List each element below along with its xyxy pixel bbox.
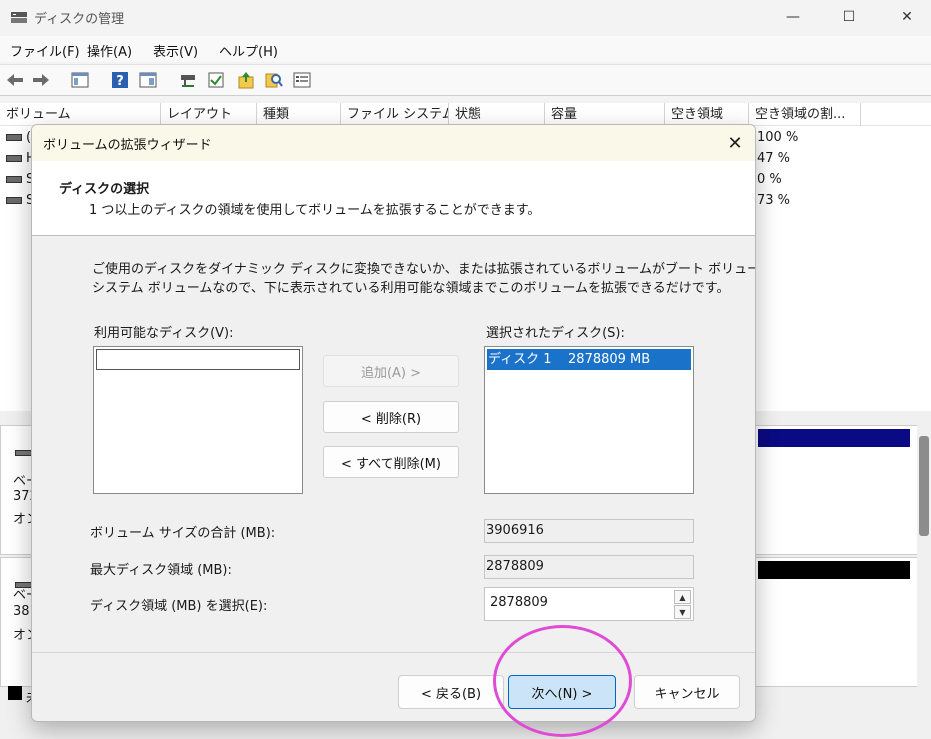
drive-icon [6, 155, 22, 162]
available-disk-focus-item[interactable] [96, 349, 300, 370]
menu-file[interactable]: ファイル(F) [10, 41, 80, 60]
forward-arrow-icon[interactable] [31, 70, 51, 90]
disk-management-app-icon [11, 12, 27, 23]
export-icon[interactable] [236, 70, 256, 90]
total-size-label: ボリューム サイズの合計 (MB): [90, 526, 276, 541]
available-disks-list[interactable] [93, 346, 303, 494]
volume-free-percent: 100 % [757, 130, 799, 145]
selected-disks-label: 選択されたディスク(S): [486, 326, 625, 341]
menu-view[interactable]: 表示(V) [153, 41, 198, 60]
dialog-header: ディスクの選択 1 つ以上のディスクの領域を使用してボリュームを拡張することがで… [32, 161, 755, 236]
menu-action[interactable]: 操作(A) [87, 41, 132, 60]
menu-help[interactable]: ヘルプ(H) [219, 41, 278, 60]
check-icon[interactable] [206, 70, 226, 90]
description-line-2: システム ボリュームなので、下に表示されている利用可能な領域までこのボリュームを… [92, 281, 730, 296]
properties-icon[interactable] [138, 70, 158, 90]
column-header-capacity[interactable]: 容量 [545, 103, 665, 126]
partition-bar-unallocated [758, 561, 910, 579]
partition-bar-primary [758, 429, 910, 447]
search-icon[interactable] [264, 70, 284, 90]
step-title: ディスクの選択 [59, 182, 150, 197]
console-tree-icon[interactable] [70, 70, 90, 90]
volume-free-percent: 47 % [757, 151, 791, 166]
volume-free-percent: 0 % [757, 172, 782, 187]
drive-icon [6, 176, 22, 183]
extend-volume-wizard-dialog: ボリュームの拡張ウィザード ✕ ディスクの選択 1 つ以上のディスクの領域を使用… [31, 124, 756, 722]
toolbar: ? [0, 64, 931, 96]
drive-icon [6, 197, 22, 204]
max-space-label: 最大ディスク領域 (MB): [90, 563, 232, 578]
app-title: ディスクの管理 [34, 12, 125, 27]
selected-disks-list[interactable]: ディスク 1 2878809 MB [484, 346, 694, 494]
legend-unallocated-swatch [8, 686, 22, 700]
description-line-1: ご使用のディスクをダイナミック ディスクに変換できないか、または拡張されているボ… [92, 262, 756, 277]
total-size-field: 3906916 [484, 519, 694, 543]
disk-space-stepper[interactable]: 2878809 ▲ ▼ [484, 587, 694, 621]
cancel-button[interactable]: キャンセル [634, 675, 740, 709]
column-header-file-system[interactable]: ファイル システム [341, 103, 449, 126]
step-subtitle: 1 つ以上のディスクの領域を使用してボリュームを拡張することができます。 [89, 203, 541, 218]
volume-list-header: ボリューム レイアウト 種類 ファイル システム 状態 容量 空き領域 空き領域… [0, 103, 931, 126]
add-disk-button[interactable]: 追加(A) > [323, 355, 459, 387]
remove-all-disks-button[interactable]: < すべて削除(M) [323, 446, 459, 478]
highlight-annotation-circle [493, 625, 632, 737]
select-space-label: ディスク領域 (MB) を選択(E): [90, 599, 268, 614]
column-header-free-percent[interactable]: 空き領域の割... [749, 103, 861, 126]
app-titlebar: ディスクの管理 — ☐ ✕ [0, 0, 931, 34]
list-item[interactable]: ディスク 1 2878809 MB [487, 349, 691, 370]
column-header-free-space[interactable]: 空き領域 [665, 103, 749, 126]
column-header-type[interactable]: 種類 [257, 103, 341, 126]
drive-icon [6, 134, 22, 141]
volume-free-percent: 73 % [757, 193, 791, 208]
footer-divider [32, 652, 755, 653]
connect-icon[interactable] [178, 70, 198, 90]
dialog-close-button[interactable]: ✕ [720, 129, 750, 157]
minimize-button[interactable]: — [770, 0, 816, 34]
spin-up-button[interactable]: ▲ [674, 590, 691, 604]
scrollbar-thumb[interactable] [919, 436, 929, 536]
disk-space-value[interactable]: 2878809 [490, 595, 548, 610]
back-arrow-icon[interactable] [5, 70, 25, 90]
svg-text:?: ? [116, 74, 124, 89]
maximize-button[interactable]: ☐ [826, 0, 872, 34]
menu-bar: ファイル(F) 操作(A) 表示(V) ヘルプ(H) [0, 36, 931, 62]
spin-down-button[interactable]: ▼ [674, 605, 691, 619]
column-header-layout[interactable]: レイアウト [161, 103, 257, 126]
back-button[interactable]: < 戻る(B) [398, 675, 504, 709]
dialog-titlebar: ボリュームの拡張ウィザード ✕ [32, 125, 755, 161]
max-space-field: 2878809 [484, 555, 694, 579]
column-header-status[interactable]: 状態 [449, 103, 545, 126]
list-icon[interactable] [292, 70, 312, 90]
close-window-button[interactable]: ✕ [884, 0, 930, 34]
column-header-volume[interactable]: ボリューム [0, 103, 161, 126]
available-disks-label: 利用可能なディスク(V): [94, 326, 234, 341]
remove-disk-button[interactable]: < 削除(R) [323, 401, 459, 433]
help-icon[interactable]: ? [110, 70, 130, 90]
dialog-title: ボリュームの拡張ウィザード [43, 138, 212, 153]
